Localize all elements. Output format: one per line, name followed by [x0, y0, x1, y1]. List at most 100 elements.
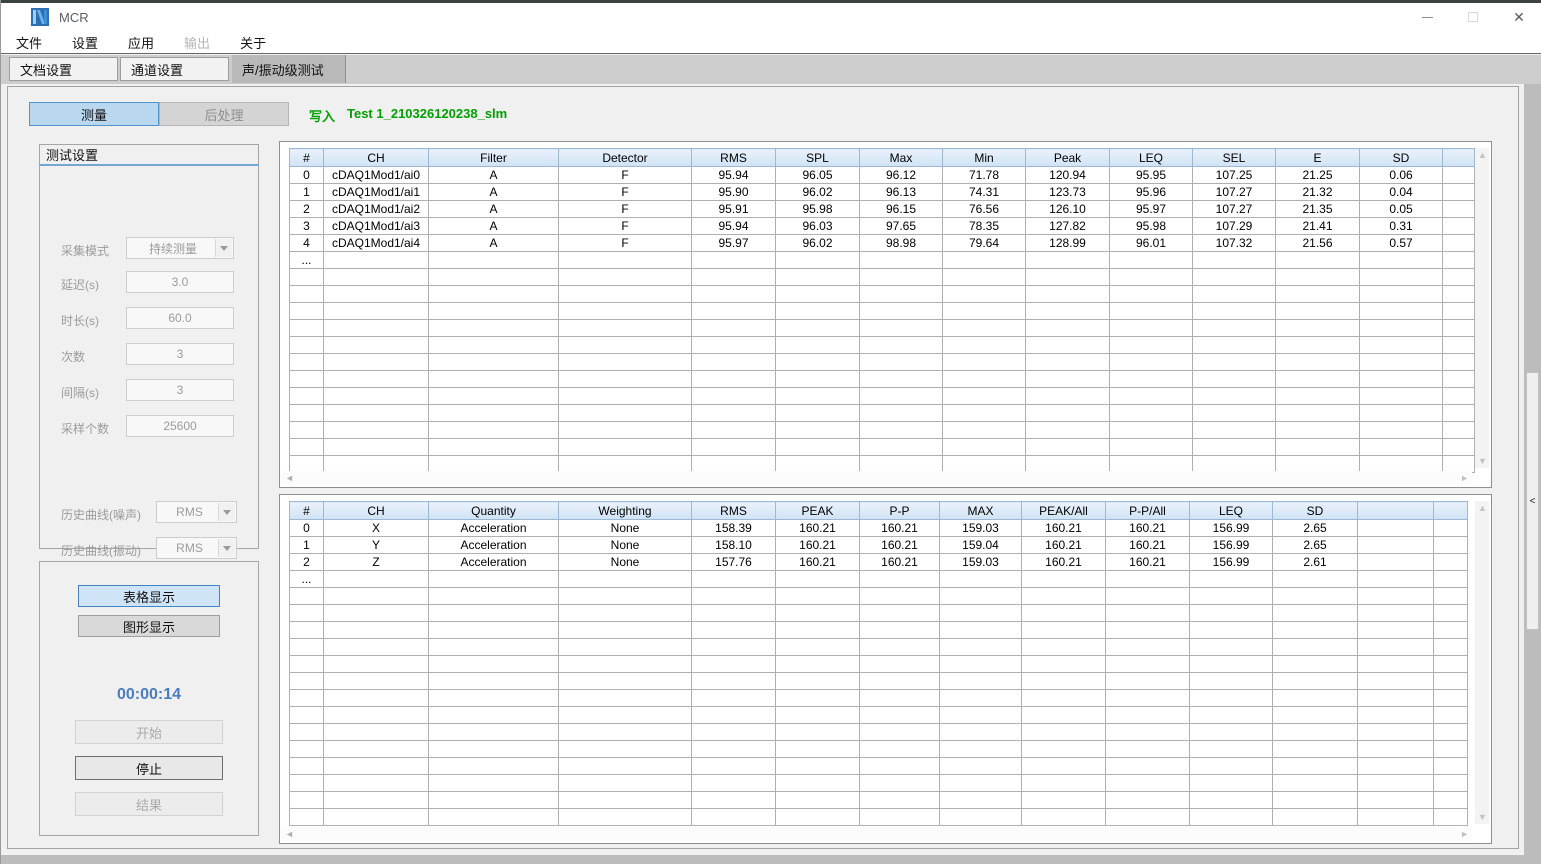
- column-header[interactable]: RMS: [692, 502, 776, 520]
- vibration-table-vertical-scrollbar[interactable]: ▲ ▼: [1475, 501, 1489, 824]
- table-row[interactable]: [290, 809, 1468, 826]
- table-row[interactable]: [290, 269, 1475, 286]
- column-header[interactable]: SEL: [1193, 149, 1276, 167]
- table-row[interactable]: [290, 724, 1468, 741]
- vibration-table-horizontal-scrollbar[interactable]: ◄ ►: [282, 827, 1472, 841]
- sound-table-horizontal-scrollbar[interactable]: ◄ ►: [282, 471, 1472, 485]
- table-row[interactable]: [290, 286, 1475, 303]
- history-curve-vibration-dropdown[interactable]: RMS: [156, 537, 237, 559]
- interval-input[interactable]: 3: [126, 379, 234, 401]
- column-header[interactable]: P-P: [860, 502, 940, 520]
- table-display-button[interactable]: 表格显示: [78, 585, 220, 607]
- column-header[interactable]: CH: [324, 149, 429, 167]
- delay-input[interactable]: 3.0: [126, 271, 234, 293]
- column-header[interactable]: PEAK/All: [1022, 502, 1106, 520]
- column-header[interactable]: CH: [324, 502, 429, 520]
- table-row[interactable]: [290, 388, 1475, 405]
- history-curve-noise-dropdown[interactable]: RMS: [156, 501, 237, 523]
- table-row[interactable]: 1YAccelerationNone158.10160.21160.21159.…: [290, 537, 1468, 554]
- table-row[interactable]: 1cDAQ1Mod1/ai1AF95.9096.0296.1374.31123.…: [290, 184, 1475, 201]
- scroll-down-icon[interactable]: ▼: [1478, 812, 1487, 822]
- column-header[interactable]: Weighting: [559, 502, 692, 520]
- stop-button[interactable]: 停止: [75, 756, 223, 780]
- column-header[interactable]: [1434, 502, 1468, 520]
- menu-item-about[interactable]: 关于: [236, 31, 270, 54]
- scroll-up-icon[interactable]: ▲: [1478, 503, 1487, 513]
- table-row[interactable]: 3cDAQ1Mod1/ai3AF95.9496.0397.6578.35127.…: [290, 218, 1475, 235]
- table-row[interactable]: [290, 792, 1468, 809]
- table-row[interactable]: [290, 371, 1475, 388]
- duration-input[interactable]: 60.0: [126, 307, 234, 329]
- table-row[interactable]: 0XAccelerationNone158.39160.21160.21159.…: [290, 520, 1468, 537]
- table-row[interactable]: 4cDAQ1Mod1/ai4AF95.9796.0298.9879.64128.…: [290, 235, 1475, 252]
- table-row[interactable]: [290, 639, 1468, 656]
- column-header[interactable]: Max: [860, 149, 943, 167]
- column-header[interactable]: PEAK: [776, 502, 860, 520]
- maximize-button[interactable]: [1450, 3, 1496, 31]
- column-header[interactable]: #: [290, 502, 324, 520]
- table-row[interactable]: [290, 656, 1468, 673]
- scroll-left-icon[interactable]: ◄: [285, 829, 294, 839]
- column-header[interactable]: MAX: [940, 502, 1022, 520]
- table-row[interactable]: [290, 741, 1468, 758]
- column-header[interactable]: E: [1276, 149, 1360, 167]
- table-row[interactable]: [290, 354, 1475, 371]
- table-row[interactable]: 2ZAccelerationNone157.76160.21160.21159.…: [290, 554, 1468, 571]
- table-row[interactable]: [290, 405, 1475, 422]
- table-row[interactable]: [290, 337, 1475, 354]
- scroll-left-icon[interactable]: ◄: [285, 473, 294, 483]
- panel-collapse-handle[interactable]: <: [1526, 372, 1539, 630]
- scroll-right-icon[interactable]: ►: [1460, 829, 1469, 839]
- tab-sound-vibration-test[interactable]: 声/振动级测试: [232, 55, 346, 83]
- menu-item-settings[interactable]: 设置: [68, 31, 102, 54]
- table-row[interactable]: [290, 690, 1468, 707]
- scroll-down-icon[interactable]: ▼: [1478, 456, 1487, 466]
- menu-item-application[interactable]: 应用: [124, 31, 158, 54]
- table-row[interactable]: [290, 758, 1468, 775]
- table-row[interactable]: [290, 707, 1468, 724]
- column-header[interactable]: Quantity: [429, 502, 559, 520]
- table-row[interactable]: [290, 605, 1468, 622]
- count-input[interactable]: 3: [126, 343, 234, 365]
- tab-channel-settings[interactable]: 通道设置: [120, 57, 229, 81]
- tab-document-settings[interactable]: 文档设置: [9, 57, 118, 81]
- column-header[interactable]: LEQ: [1190, 502, 1273, 520]
- column-header[interactable]: P-P/All: [1106, 502, 1190, 520]
- table-row[interactable]: ...: [290, 571, 1468, 588]
- table-row[interactable]: [290, 456, 1475, 473]
- column-header[interactable]: SPL: [776, 149, 860, 167]
- graph-display-button[interactable]: 图形显示: [78, 615, 220, 637]
- acquisition-mode-dropdown[interactable]: 持续测量: [126, 237, 234, 259]
- table-row[interactable]: [290, 775, 1468, 792]
- close-button[interactable]: ✕: [1496, 3, 1541, 31]
- column-header[interactable]: Min: [943, 149, 1026, 167]
- scroll-right-icon[interactable]: ►: [1460, 473, 1469, 483]
- column-header[interactable]: #: [290, 149, 324, 167]
- column-header[interactable]: [1443, 149, 1475, 167]
- column-header[interactable]: Detector: [559, 149, 692, 167]
- sample-count-input[interactable]: 25600: [126, 415, 234, 437]
- column-header[interactable]: SD: [1360, 149, 1443, 167]
- measure-mode-button[interactable]: 测量: [29, 102, 159, 126]
- column-header[interactable]: Peak: [1026, 149, 1110, 167]
- table-row[interactable]: [290, 588, 1468, 605]
- sound-table-vertical-scrollbar[interactable]: ▲ ▼: [1475, 148, 1489, 468]
- column-header[interactable]: [1358, 502, 1434, 520]
- column-header[interactable]: LEQ: [1110, 149, 1193, 167]
- column-header[interactable]: RMS: [692, 149, 776, 167]
- table-row[interactable]: ...: [290, 252, 1475, 269]
- column-header[interactable]: SD: [1273, 502, 1358, 520]
- table-row[interactable]: [290, 673, 1468, 690]
- menu-item-file[interactable]: 文件: [12, 31, 46, 54]
- table-row[interactable]: [290, 622, 1468, 639]
- minimize-button[interactable]: [1404, 3, 1450, 31]
- column-header[interactable]: Filter: [429, 149, 559, 167]
- table-row[interactable]: [290, 422, 1475, 439]
- table-row[interactable]: 0cDAQ1Mod1/ai0AF95.9496.0596.1271.78120.…: [290, 167, 1475, 184]
- table-row[interactable]: [290, 303, 1475, 320]
- scroll-up-icon[interactable]: ▲: [1478, 150, 1487, 160]
- table-row[interactable]: [290, 439, 1475, 456]
- postprocess-mode-button[interactable]: 后处理: [159, 102, 289, 126]
- table-row[interactable]: [290, 320, 1475, 337]
- table-row[interactable]: 2cDAQ1Mod1/ai2AF95.9195.9896.1576.56126.…: [290, 201, 1475, 218]
